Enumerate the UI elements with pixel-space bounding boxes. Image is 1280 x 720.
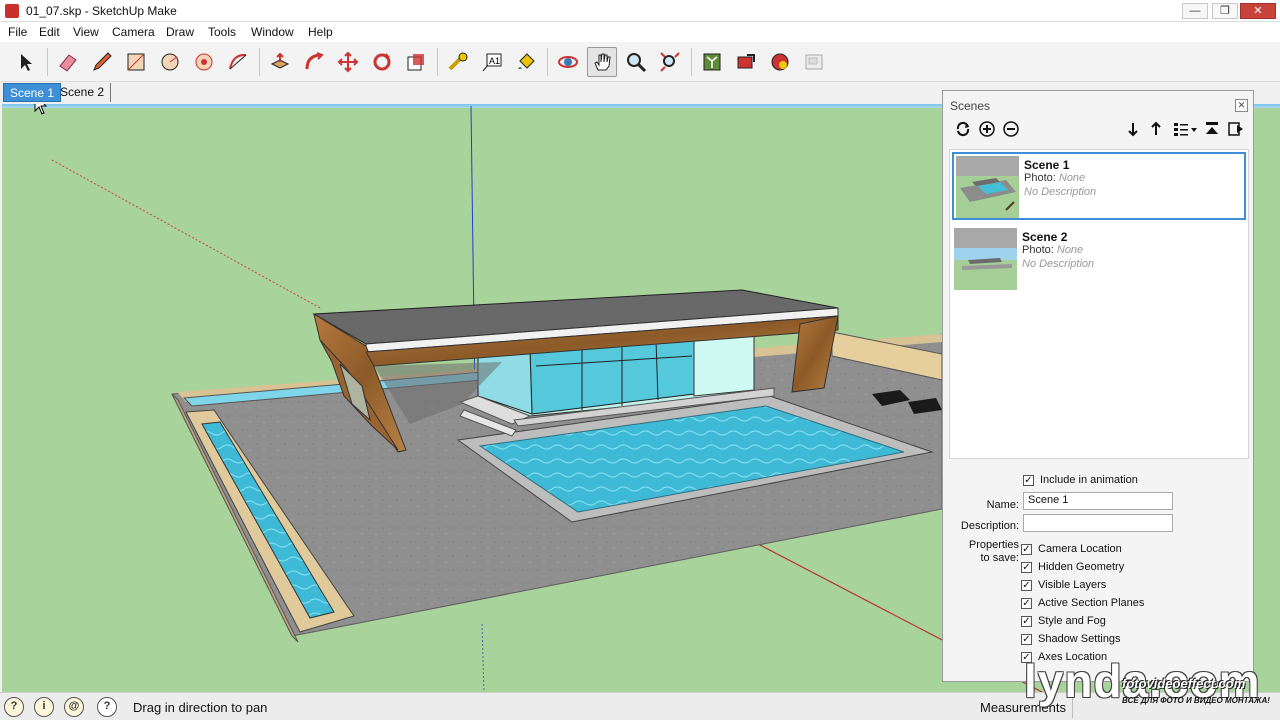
scenes-panel-close-button[interactable]: ✕ xyxy=(1235,99,1248,112)
status-help-text: Drag in direction to pan xyxy=(133,700,268,715)
properties-label: Properties xyxy=(968,539,1019,551)
scenes-panel: Scenes ✕ Scene 1 Photo: None No Descript… xyxy=(942,90,1254,682)
rectangle-tool-icon[interactable] xyxy=(121,47,151,77)
scene-tab-scene-1[interactable]: Scene 1 xyxy=(3,83,62,102)
menu-window[interactable]: Window xyxy=(251,25,294,39)
follow-me-tool-icon[interactable] xyxy=(299,47,329,77)
shadow-settings-checkbox[interactable]: ✓ Shadow Settings xyxy=(1021,631,1121,647)
move-tool-icon[interactable] xyxy=(333,47,363,77)
scene-photo: Photo: None xyxy=(1024,172,1086,184)
close-button[interactable]: ✕ xyxy=(1240,3,1276,19)
credits-icon[interactable]: i xyxy=(34,697,54,717)
menu-file[interactable]: File xyxy=(8,25,27,39)
include-in-animation-checkbox[interactable]: ✓ Include in animation xyxy=(1023,472,1138,488)
menu-view[interactable]: View xyxy=(73,25,99,39)
description-label: Description: xyxy=(960,520,1019,532)
menu-draw[interactable]: Draw xyxy=(166,25,194,39)
share-model-icon[interactable] xyxy=(731,47,761,77)
scene-tab-scene-2[interactable]: Scene 2 xyxy=(54,83,112,102)
zoom-tool-icon[interactable] xyxy=(621,47,651,77)
sketchup-logo-icon xyxy=(5,4,19,18)
polygon-tool-icon[interactable] xyxy=(189,47,219,77)
hide-details-icon[interactable] xyxy=(1202,119,1222,139)
scene-description: No Description xyxy=(1024,186,1097,198)
pencil-tool-icon[interactable] xyxy=(87,47,117,77)
checkbox-check-icon: ✓ xyxy=(1021,543,1032,555)
scene-list-item[interactable]: Scene 1 Photo: None No Description xyxy=(952,152,1246,220)
view-options-icon[interactable] xyxy=(1171,119,1199,139)
help-icon[interactable]: ? xyxy=(97,697,117,717)
name-label: Name: xyxy=(986,499,1019,511)
checkbox-check-icon: ✓ xyxy=(1021,597,1032,609)
main-toolbar: A1 xyxy=(0,42,1280,82)
paint-bucket-tool-icon[interactable] xyxy=(511,47,541,77)
camera-location-checkbox[interactable]: ✓ Camera Location xyxy=(1021,541,1122,557)
checkbox-check-icon: ✓ xyxy=(1023,474,1034,486)
hidden-geometry-checkbox[interactable]: ✓ Hidden Geometry xyxy=(1021,559,1124,575)
select-tool-icon[interactable] xyxy=(11,47,41,77)
update-scene-icon[interactable] xyxy=(953,119,973,139)
tape-measure-tool-icon[interactable] xyxy=(443,47,473,77)
title-bar: 01_07.skp - SketchUp Make — ❐ ✕ xyxy=(0,0,1280,22)
orbit-tool-icon[interactable] xyxy=(553,47,583,77)
menu-bar: File Edit View Camera Draw Tools Window … xyxy=(0,22,1280,42)
scene-photo: Photo: None xyxy=(1022,244,1084,256)
move-scene-up-icon[interactable] xyxy=(1146,119,1166,139)
scale-tool-icon[interactable] xyxy=(401,47,431,77)
scene-description-field[interactable] xyxy=(1023,514,1173,532)
scene-description: No Description xyxy=(1022,258,1095,270)
user-account-icon[interactable]: @ xyxy=(64,697,84,717)
push-pull-tool-icon[interactable] xyxy=(265,47,295,77)
delete-scene-icon[interactable] xyxy=(1001,119,1021,139)
move-scene-down-icon[interactable] xyxy=(1123,119,1143,139)
3d-warehouse-icon[interactable] xyxy=(697,47,727,77)
visible-layers-checkbox[interactable]: ✓ Visible Layers xyxy=(1021,577,1106,593)
scene-list: Scene 1 Photo: None No Description Scene… xyxy=(949,149,1249,459)
arc-tool-icon[interactable] xyxy=(223,47,253,77)
active-section-planes-checkbox[interactable]: ✓ Active Section Planes xyxy=(1021,595,1144,611)
checkbox-check-icon: ✓ xyxy=(1021,615,1032,627)
scene-name-field[interactable]: Scene 1 xyxy=(1023,492,1173,510)
restore-button[interactable]: ❐ xyxy=(1212,3,1238,19)
expand-icon[interactable] xyxy=(1226,119,1246,139)
mouse-cursor-icon xyxy=(34,104,48,115)
checkbox-check-icon: ✓ xyxy=(1021,633,1032,645)
checkbox-check-icon: ✓ xyxy=(1021,579,1032,591)
scene-list-item[interactable]: Scene 2 Photo: None No Description xyxy=(952,226,1246,294)
add-scene-icon[interactable] xyxy=(977,119,997,139)
tagline-watermark: ВСЕ ДЛЯ ФОТО И ВИДЕО МОНТАЖА! xyxy=(1122,696,1270,705)
minimize-button[interactable]: — xyxy=(1182,3,1208,19)
eraser-tool-icon[interactable] xyxy=(53,47,83,77)
scene-thumbnail xyxy=(956,156,1019,218)
text-tool-icon[interactable]: A1 xyxy=(477,47,507,77)
geo-location-icon[interactable]: ? xyxy=(4,697,24,717)
menu-tools[interactable]: Tools xyxy=(208,25,236,39)
rotate-tool-icon[interactable] xyxy=(367,47,397,77)
menu-edit[interactable]: Edit xyxy=(39,25,60,39)
extension-warehouse-icon[interactable] xyxy=(765,47,795,77)
style-and-fog-checkbox[interactable]: ✓ Style and Fog xyxy=(1021,613,1106,629)
svg-text:A1: A1 xyxy=(489,56,500,66)
layout-icon[interactable] xyxy=(799,47,829,77)
pan-tool-icon[interactable] xyxy=(587,47,617,77)
menu-help[interactable]: Help xyxy=(308,25,333,39)
menu-camera[interactable]: Camera xyxy=(112,25,155,39)
scenes-panel-title: Scenes xyxy=(950,99,991,113)
checkbox-check-icon: ✓ xyxy=(1021,561,1032,573)
site-watermark: fotovideoeffect.com xyxy=(1122,676,1246,691)
scene-name: Scene 2 xyxy=(1022,230,1068,244)
scene-name: Scene 1 xyxy=(1024,158,1070,172)
properties-label-2: to save: xyxy=(980,552,1019,564)
zoom-extents-tool-icon[interactable] xyxy=(655,47,685,77)
scene-thumbnail xyxy=(954,228,1017,290)
window-title: 01_07.skp - SketchUp Make xyxy=(26,4,177,18)
circle-tool-icon[interactable] xyxy=(155,47,185,77)
